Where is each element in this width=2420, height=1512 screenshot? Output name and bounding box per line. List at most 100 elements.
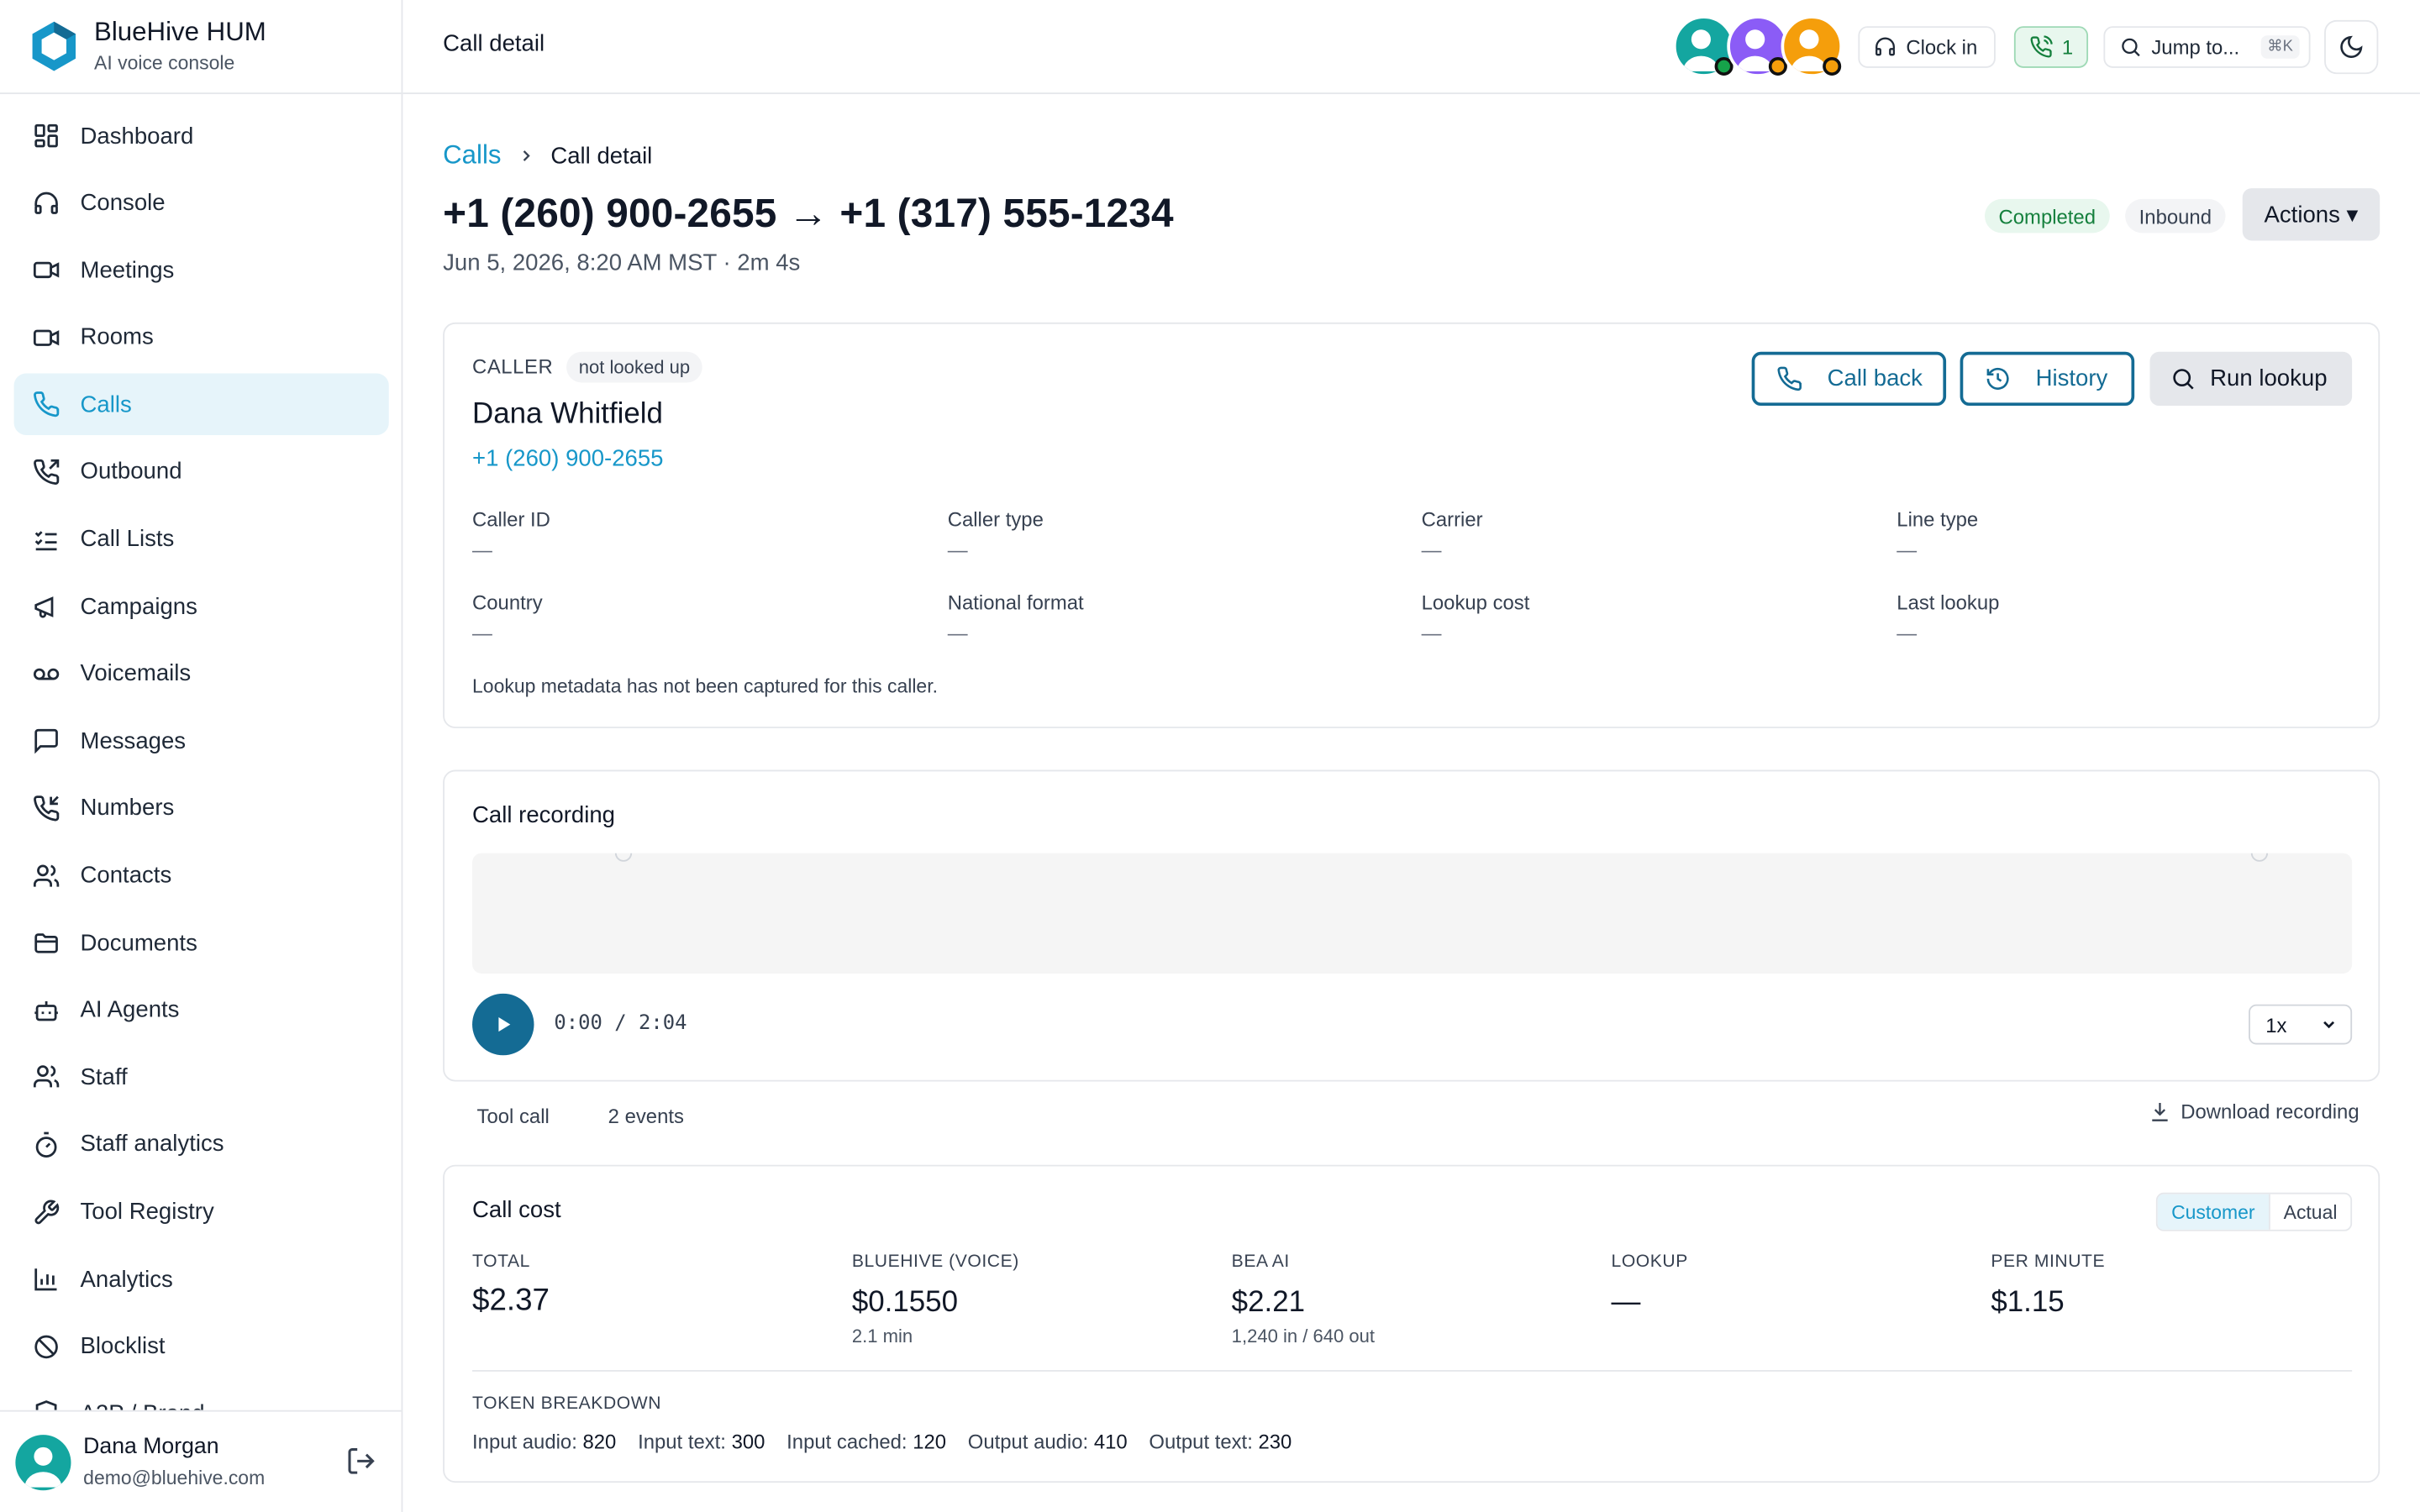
sidebar-item-label: Outbound (80, 459, 182, 486)
sidebar-item-blocklist[interactable]: Blocklist (14, 1315, 389, 1377)
sidebar-item-call-lists[interactable]: Call Lists (14, 508, 389, 570)
sidebar-item-label: AI Agents (80, 996, 180, 1024)
sidebar-item-label: Calls (80, 391, 132, 418)
cost-sub-bea-ai: 1,240 in / 640 out (1231, 1325, 1376, 1347)
field-value-line-type: — (1897, 538, 1918, 562)
phone-icon (1777, 366, 1802, 391)
field-label-national-format: National format (947, 591, 1084, 615)
sidebar-item-calls[interactable]: Calls (13, 374, 389, 436)
toggle-actual[interactable]: Actual (2268, 1194, 2350, 1230)
token-breakdown: Input audio: 820 Input text: 300 Input c… (472, 1431, 1313, 1454)
phone-icon (34, 391, 60, 417)
timer-icon (35, 1131, 57, 1158)
actions-dropdown-button[interactable]: Actions ▾ (2242, 188, 2381, 241)
user-email: demo@bluehive.com (83, 1467, 266, 1489)
users-icon (33, 864, 60, 886)
download-recording-link[interactable]: Download recording (2149, 1100, 2360, 1123)
bar-chart-icon (34, 1268, 57, 1291)
field-value-caller-id: — (472, 538, 492, 562)
sidebar-item-label: Dashboard (80, 123, 194, 150)
play-icon (498, 1016, 511, 1032)
sidebar-item-numbers[interactable]: Numbers (14, 778, 389, 839)
field-value-carrier: — (1421, 538, 1442, 562)
tool-call-label: Tool call (476, 1105, 550, 1128)
sidebar-item-label: Voicemails (80, 660, 192, 687)
sidebar-item-staff[interactable]: Staff (14, 1047, 389, 1108)
breadcrumb: Calls Call detail (443, 140, 652, 171)
token-label: Input text: (638, 1430, 726, 1454)
waveform-region-markers (614, 853, 2269, 862)
divider (472, 1369, 2353, 1372)
call-back-button[interactable]: Call back (1751, 351, 1947, 407)
sidebar-item-label: A2P / Brand (81, 1400, 205, 1410)
sidebar-item-label: Messages (80, 727, 187, 754)
run-lookup-button[interactable]: Run lookup (2149, 351, 2353, 407)
playback-speed-select[interactable]: 1x (2249, 1004, 2353, 1045)
cost-label-bluehive-voice: BLUEHIVE (VOICE) (851, 1252, 1019, 1272)
token-label: Output audio: (967, 1430, 1089, 1454)
sidebar-item-label: Rooms (80, 324, 154, 351)
play-button[interactable] (472, 993, 534, 1056)
breadcrumb-link-calls[interactable]: Calls (443, 140, 501, 171)
sidebar-item-label: Tool Registry (80, 1199, 214, 1226)
history-icon (1986, 367, 2009, 390)
sidebar-item-dashboard[interactable]: Dashboard (14, 105, 389, 166)
field-value-national-format: — (947, 622, 968, 645)
sidebar-item-rooms[interactable]: Rooms (14, 307, 389, 368)
caller-phone-link[interactable]: +1 (260) 900-2655 (472, 446, 663, 472)
token-value: 410 (1093, 1430, 1128, 1454)
token-item: Input audio: 820 (472, 1431, 616, 1454)
sidebar-item-label: Campaigns (80, 593, 197, 620)
sidebar-item-voicemails[interactable]: Voicemails (14, 643, 389, 704)
active-calls-count: 1 (2061, 35, 2074, 59)
sidebar-item-meetings[interactable]: Meetings (14, 239, 389, 301)
clock-in-button[interactable]: Clock in (1858, 26, 1996, 68)
toggle-customer[interactable]: Customer (2157, 1194, 2269, 1230)
token-value: 120 (913, 1430, 947, 1454)
jump-to-placeholder: Jump to... (2151, 35, 2240, 59)
field-label-last-lookup: Last lookup (1897, 591, 2000, 615)
run-lookup-label: Run lookup (2210, 365, 2328, 392)
lookup-note: Lookup metadata has not been captured fo… (472, 675, 938, 698)
sidebar-item-documents[interactable]: Documents (14, 912, 389, 974)
sidebar-item-messages[interactable]: Messages (14, 711, 389, 772)
brand-title: BlueHive HUM (94, 17, 266, 47)
field-value-last-lookup: — (1897, 622, 1918, 645)
sidebar-item-console[interactable]: Console (14, 172, 389, 234)
caller-name: Dana Whitfield (472, 397, 663, 431)
sidebar-item-campaigns[interactable]: Campaigns (14, 575, 389, 637)
voicemail-icon (33, 668, 60, 680)
active-calls-button[interactable]: 1 (2013, 26, 2089, 68)
cost-title: Call cost (472, 1197, 561, 1224)
history-button[interactable]: History (1960, 351, 2135, 407)
token-label: Input cached: (786, 1430, 908, 1454)
sidebar-item-contacts[interactable]: Contacts (14, 845, 389, 906)
logout-icon[interactable] (345, 1446, 376, 1477)
brand: BlueHive HUM AI voice console (0, 0, 402, 95)
away-status-dot (1823, 56, 1842, 76)
header-title: Call detail (443, 30, 545, 57)
waveform[interactable] (472, 853, 2353, 974)
sidebar-item-tool-registry[interactable]: Tool Registry (14, 1181, 389, 1242)
sidebar-item-analytics[interactable]: Analytics (14, 1248, 389, 1310)
sidebar-item-a2p-brand[interactable]: A2P / Brand (14, 1383, 389, 1410)
token-value: 300 (731, 1430, 765, 1454)
field-value-caller-type: — (947, 538, 968, 562)
avatar[interactable] (15, 1435, 71, 1491)
sidebar-item-staff-analytics[interactable]: Staff analytics (14, 1114, 389, 1175)
field-label-caller-id: Caller ID (472, 507, 550, 531)
theme-toggle-button[interactable] (2324, 19, 2379, 75)
download-icon (2152, 1103, 2168, 1121)
field-label-line-type: Line type (1897, 507, 1979, 531)
call-back-label: Call back (1827, 365, 1923, 392)
phone-outgoing-icon (34, 459, 60, 485)
sidebar-item-ai-agents[interactable]: AI Agents (14, 979, 389, 1041)
headset-icon (34, 191, 58, 214)
sidebar-item-label: Staff analytics (80, 1131, 224, 1158)
jump-to-search[interactable]: Jump to... ⌘K (2103, 26, 2311, 68)
history-label: History (2035, 365, 2108, 392)
token-item: Output text: 230 (1149, 1431, 1292, 1454)
sidebar-item-outbound[interactable]: Outbound (14, 441, 389, 502)
clock-in-label: Clock in (1906, 35, 1978, 59)
field-label-lookup-cost: Lookup cost (1421, 591, 1530, 615)
